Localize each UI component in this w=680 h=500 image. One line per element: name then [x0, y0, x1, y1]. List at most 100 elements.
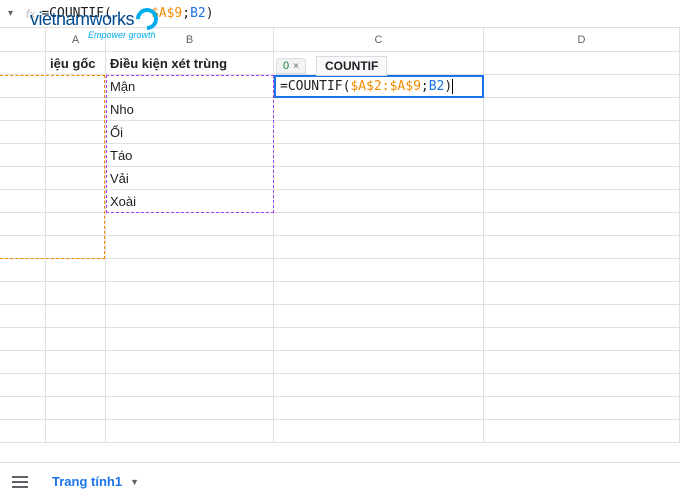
cell[interactable]: [274, 167, 484, 190]
cell[interactable]: [46, 374, 106, 397]
cell[interactable]: [484, 397, 680, 420]
close-icon[interactable]: ×: [293, 61, 299, 72]
cell[interactable]: [274, 236, 484, 259]
cell[interactable]: [106, 305, 274, 328]
cell-B4[interactable]: Ổi: [106, 121, 274, 144]
cell[interactable]: [106, 236, 274, 259]
cell[interactable]: [46, 305, 106, 328]
cell-B7[interactable]: Xoài: [106, 190, 274, 213]
cell[interactable]: [484, 420, 680, 443]
row-header[interactable]: [0, 167, 46, 190]
cell[interactable]: [46, 167, 106, 190]
formula-result-preview: 0 ×: [276, 58, 306, 74]
cell[interactable]: [46, 420, 106, 443]
cell[interactable]: [106, 259, 274, 282]
chevron-down-icon[interactable]: ▼: [130, 477, 139, 487]
cell[interactable]: [484, 374, 680, 397]
row-header[interactable]: [0, 328, 46, 351]
col-header-D[interactable]: D: [484, 28, 680, 51]
cell[interactable]: [274, 351, 484, 374]
cell[interactable]: [274, 259, 484, 282]
cell[interactable]: [106, 397, 274, 420]
cell[interactable]: [484, 144, 680, 167]
cell[interactable]: [274, 121, 484, 144]
row-header[interactable]: [0, 213, 46, 236]
cell[interactable]: [46, 213, 106, 236]
cell[interactable]: [274, 98, 484, 121]
cell[interactable]: [484, 236, 680, 259]
cell[interactable]: [106, 282, 274, 305]
cell[interactable]: [274, 305, 484, 328]
row-header[interactable]: [0, 420, 46, 443]
cell[interactable]: [46, 190, 106, 213]
cell[interactable]: [46, 98, 106, 121]
row-header[interactable]: [0, 305, 46, 328]
tok-sep: ;: [182, 6, 190, 21]
cell[interactable]: [274, 190, 484, 213]
cell-B2[interactable]: Mận: [106, 75, 274, 98]
cell[interactable]: [106, 374, 274, 397]
grid-row: [0, 282, 680, 305]
row-header[interactable]: [0, 75, 46, 98]
cell[interactable]: [46, 397, 106, 420]
cell[interactable]: [46, 259, 106, 282]
cell[interactable]: [484, 351, 680, 374]
all-sheets-icon[interactable]: [8, 470, 32, 494]
cell[interactable]: [106, 351, 274, 374]
row-header[interactable]: [0, 397, 46, 420]
cell[interactable]: [274, 213, 484, 236]
cell[interactable]: [484, 328, 680, 351]
row-header[interactable]: [0, 52, 46, 75]
cell[interactable]: [46, 121, 106, 144]
cell[interactable]: [46, 75, 106, 98]
cell[interactable]: [46, 282, 106, 305]
cell-D1[interactable]: [484, 52, 680, 75]
grid-row: [0, 374, 680, 397]
row-header[interactable]: [0, 236, 46, 259]
cell[interactable]: [484, 259, 680, 282]
cell[interactable]: [106, 213, 274, 236]
cell[interactable]: [484, 98, 680, 121]
cell[interactable]: [484, 282, 680, 305]
row-header[interactable]: [0, 351, 46, 374]
cell[interactable]: [274, 282, 484, 305]
cell[interactable]: [274, 420, 484, 443]
cell[interactable]: [484, 213, 680, 236]
cell[interactable]: [46, 328, 106, 351]
cell-B6[interactable]: Vải: [106, 167, 274, 190]
row-header[interactable]: [0, 374, 46, 397]
cell[interactable]: [46, 144, 106, 167]
row-header[interactable]: [0, 259, 46, 282]
result-value: 0: [283, 60, 289, 72]
cell[interactable]: [484, 121, 680, 144]
row-header[interactable]: [0, 282, 46, 305]
cell-B3[interactable]: Nho: [106, 98, 274, 121]
cell-B5[interactable]: Táo: [106, 144, 274, 167]
spreadsheet-grid[interactable]: iệu gốc Điều kiện xét trùng Mận Nho Ổi T…: [0, 52, 680, 443]
cell[interactable]: [274, 144, 484, 167]
cell[interactable]: [274, 328, 484, 351]
row-header[interactable]: [0, 98, 46, 121]
cell[interactable]: [484, 305, 680, 328]
grid-row: [0, 420, 680, 443]
cell-B1[interactable]: Điều kiện xét trùng: [106, 52, 274, 75]
cell-A1[interactable]: iệu gốc: [46, 52, 106, 75]
col-header-C[interactable]: C: [274, 28, 484, 51]
cell-inline-editor[interactable]: =COUNTIF($A$2:$A$9;B2): [274, 75, 484, 98]
select-all-corner[interactable]: [0, 28, 46, 51]
cell[interactable]: [484, 190, 680, 213]
cell[interactable]: [46, 236, 106, 259]
cell[interactable]: [274, 374, 484, 397]
row-header[interactable]: [0, 144, 46, 167]
cell[interactable]: [106, 420, 274, 443]
cell[interactable]: [484, 167, 680, 190]
sheet-tab-1[interactable]: Trang tính1 ▼: [38, 468, 153, 495]
cell[interactable]: [106, 328, 274, 351]
tok-open: (: [343, 79, 351, 94]
cell[interactable]: [274, 397, 484, 420]
cell[interactable]: [46, 351, 106, 374]
row-header[interactable]: [0, 190, 46, 213]
cell[interactable]: [484, 75, 680, 98]
row-header[interactable]: [0, 121, 46, 144]
name-box-dropdown-icon[interactable]: ▾: [8, 8, 20, 19]
